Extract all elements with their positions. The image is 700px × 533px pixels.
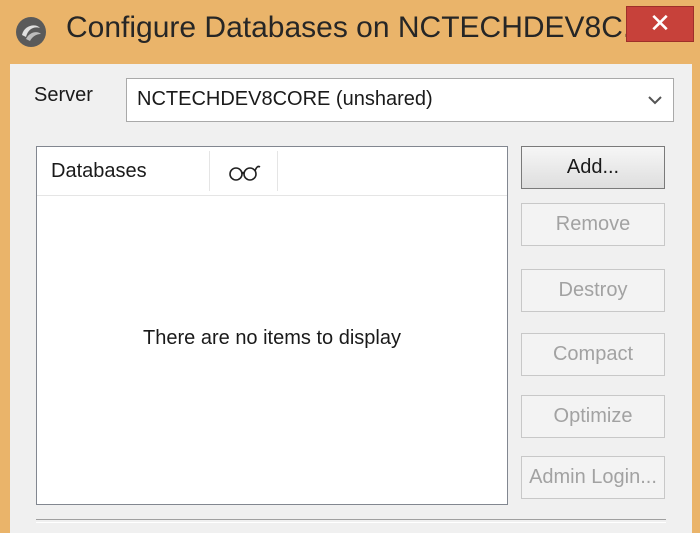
column-separator: [277, 151, 278, 191]
server-select[interactable]: NCTECHDEV8CORE (unshared): [126, 78, 674, 122]
column-header-databases[interactable]: Databases: [51, 160, 147, 183]
dialog-window: Configure Databases on NCTECHDEV8C... ✕ …: [0, 0, 700, 533]
dialog-body: Server NCTECHDEV8CORE (unshared) Databas…: [10, 64, 692, 533]
chevron-down-icon: [648, 96, 662, 105]
window-title: Configure Databases on NCTECHDEV8C...: [66, 11, 648, 44]
optimize-button[interactable]: Optimize: [521, 395, 665, 438]
close-icon: ✕: [649, 8, 671, 38]
divider: [36, 519, 666, 523]
title-bar[interactable]: Configure Databases on NCTECHDEV8C... ✕: [0, 0, 700, 64]
app-icon: [16, 17, 46, 47]
add-button[interactable]: Add...: [521, 146, 665, 189]
server-select-value: NCTECHDEV8CORE (unshared): [137, 88, 433, 110]
server-label: Server: [34, 84, 93, 106]
close-button[interactable]: ✕: [626, 6, 694, 42]
remove-button[interactable]: Remove: [521, 203, 665, 246]
glasses-icon[interactable]: [227, 161, 261, 183]
empty-list-message: There are no items to display: [143, 327, 401, 349]
compact-button[interactable]: Compact: [521, 333, 665, 376]
list-header: Databases: [37, 147, 507, 196]
databases-list[interactable]: Databases There are no items to display: [36, 146, 508, 505]
column-separator: [209, 151, 210, 191]
admin-login-button[interactable]: Admin Login...: [521, 456, 665, 499]
destroy-button[interactable]: Destroy: [521, 269, 665, 312]
